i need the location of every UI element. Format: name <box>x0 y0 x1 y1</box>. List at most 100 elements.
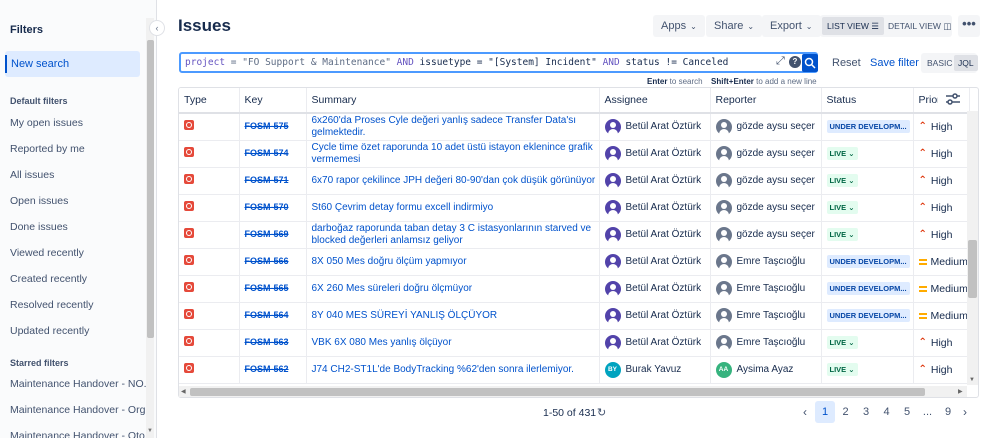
scroll-left-icon[interactable]: ◀ <box>181 388 186 395</box>
sidebar-filter-item[interactable]: My open issues <box>10 117 83 129</box>
column-header[interactable]: Summary <box>306 88 600 114</box>
assignee-cell[interactable]: BY Burak Yavuz <box>599 356 711 384</box>
reset-button[interactable]: Reset <box>832 57 861 69</box>
reporter-cell[interactable]: Emre Taşcıoğlu <box>710 329 822 357</box>
detail-view-button[interactable]: DETAIL VIEW ◫ <box>883 17 956 35</box>
issue-summary-link[interactable]: VBK 6X 080 Mes yanlış ölçüyor <box>312 337 599 349</box>
table-row[interactable]: FOSM-574 Cycle time özet raporunda 10 ade… <box>179 140 970 168</box>
sidebar-filter-item[interactable]: Viewed recently <box>10 247 84 259</box>
column-settings-button[interactable] <box>938 88 968 111</box>
sidebar-filter-item[interactable]: Done issues <box>10 221 68 233</box>
help-icon[interactable]: ? <box>789 56 801 68</box>
reporter-cell[interactable]: Emre Taşcıoğlu <box>710 248 822 276</box>
scroll-right-icon[interactable]: ▶ <box>958 388 963 395</box>
issue-summary-link[interactable]: 6X 260 Mes süreleri doğru ölçmüyor <box>312 283 599 295</box>
table-vertical-scroll-thumb[interactable] <box>968 240 977 298</box>
status-badge[interactable]: UNDER DEVELOPM... <box>826 282 910 295</box>
column-header[interactable]: Status <box>821 88 914 114</box>
sidebar-filter-item[interactable]: All issues <box>10 169 54 181</box>
issue-summary-link[interactable]: 8Y 040 MES SÜREYİ YANLIŞ ÖLÇÜYOR <box>312 310 599 322</box>
previous-page-chevron-left-icon[interactable]: ‹ <box>795 401 815 423</box>
starred-filter-item[interactable]: Maintenance Handover - Org... <box>10 404 154 416</box>
issue-summary-link[interactable]: J74 CH2-ST1L'de BodyTracking %62'den son… <box>312 364 599 376</box>
status-badge[interactable]: LIVE ⌄ <box>826 201 858 214</box>
issue-key-link[interactable]: FOSM-570 <box>245 202 289 212</box>
list-view-button[interactable]: LIST VIEW ☰ <box>822 17 884 35</box>
issue-key-link[interactable]: FOSM-565 <box>245 283 289 293</box>
table-row[interactable]: FOSM-562 J74 CH2-ST1L'de BodyTracking %62… <box>179 356 970 384</box>
assignee-cell[interactable]: Betül Arat Öztürk <box>599 275 711 303</box>
more-actions-button[interactable]: ••• <box>958 15 980 37</box>
sidebar-filter-item[interactable]: Resolved recently <box>10 299 93 311</box>
issue-summary-link[interactable]: 8X 050 Mes doğru ölçüm yapmıyor <box>312 256 599 268</box>
reporter-cell[interactable]: gözde aysu seçer <box>710 167 822 195</box>
issue-key-link[interactable]: FOSM-575 <box>245 121 289 131</box>
reporter-cell[interactable]: AA Aysima Ayaz <box>710 356 822 384</box>
sidebar-scroll-down-icon[interactable]: ▼ <box>146 428 154 434</box>
starred-filter-item[interactable]: Maintenance Handover - Oto... <box>10 430 154 438</box>
column-header[interactable]: Type <box>179 88 240 114</box>
page-button[interactable]: 4 <box>877 401 897 423</box>
issue-key-link[interactable]: FOSM-574 <box>245 148 289 158</box>
assignee-cell[interactable]: Betül Arat Öztürk <box>599 329 711 357</box>
issue-summary-link[interactable]: 6x70 rapor çekilince JPH değeri 80-90'da… <box>312 175 599 187</box>
assignee-cell[interactable]: Betül Arat Öztürk <box>599 113 711 141</box>
status-badge[interactable]: UNDER DEVELOPM... <box>826 120 910 134</box>
table-row[interactable]: FOSM-570 St60 Çevrim detay formu excell i… <box>179 194 970 222</box>
export-button[interactable]: Export ⌄ <box>762 15 821 37</box>
next-page-chevron-right-icon[interactable]: › <box>955 401 975 423</box>
page-button[interactable]: 3 <box>856 401 876 423</box>
status-badge[interactable]: UNDER DEVELOPM... <box>826 309 910 322</box>
table-row[interactable]: FOSM-564 8Y 040 MES SÜREYİ YANLIŞ ÖLÇÜYOR… <box>179 302 970 330</box>
issue-summary-link[interactable]: 6x260'da Proses Cyle değeri yanlış sadec… <box>312 115 599 139</box>
column-header[interactable]: Key <box>239 88 307 114</box>
status-badge[interactable]: LIVE ⌄ <box>826 363 858 376</box>
table-row[interactable]: FOSM-569 darboğaz raporunda taban detay 3… <box>179 221 970 249</box>
refresh-icon[interactable]: ↻ <box>597 406 606 419</box>
reporter-cell[interactable]: gözde aysu seçer <box>710 113 822 141</box>
issue-key-link[interactable]: FOSM-571 <box>245 175 289 185</box>
jql-mode-button[interactable]: JQL <box>954 55 978 71</box>
sidebar-filter-item[interactable]: Open issues <box>10 195 68 207</box>
issue-key-link[interactable]: FOSM-569 <box>245 229 289 239</box>
sidebar-filter-item[interactable]: Created recently <box>10 273 87 285</box>
collapse-sidebar-chevron-left-icon[interactable]: ‹ <box>149 20 165 36</box>
reporter-cell[interactable]: gözde aysu seçer <box>710 194 822 222</box>
jql-input[interactable]: project = "FO Support & Maintenance" AND… <box>179 52 818 73</box>
status-badge[interactable]: UNDER DEVELOPM... <box>826 255 910 268</box>
assignee-cell[interactable]: Betül Arat Öztürk <box>599 140 711 168</box>
issue-key-link[interactable]: FOSM-562 <box>245 364 289 374</box>
table-row[interactable]: FOSM-566 8X 050 Mes doğru ölçüm yapmıyor B… <box>179 248 970 276</box>
share-button[interactable]: Share ⌄ <box>706 15 763 37</box>
assignee-cell[interactable]: Betül Arat Öztürk <box>599 302 711 330</box>
new-search-item[interactable]: New search <box>5 51 140 77</box>
starred-filter-item[interactable]: Maintenance Handover - NO... <box>10 378 152 390</box>
table-horizontal-scroll-thumb[interactable] <box>190 388 925 396</box>
page-button[interactable]: 2 <box>836 401 856 423</box>
status-badge[interactable]: LIVE ⌄ <box>826 336 858 349</box>
reporter-cell[interactable]: gözde aysu seçer <box>710 221 822 249</box>
search-button[interactable] <box>802 54 818 72</box>
scroll-down-icon[interactable]: ▼ <box>969 377 975 383</box>
page-button[interactable]: 5 <box>897 401 917 423</box>
assignee-cell[interactable]: Betül Arat Öztürk <box>599 167 711 195</box>
column-header[interactable]: Assignee <box>599 88 711 114</box>
status-badge[interactable]: LIVE ⌄ <box>826 174 858 187</box>
issue-summary-link[interactable]: St60 Çevrim detay formu excell indirmiyo <box>312 202 599 214</box>
basic-mode-button[interactable]: BASIC <box>923 55 957 71</box>
status-badge[interactable]: LIVE ⌄ <box>826 228 858 241</box>
assignee-cell[interactable]: Betül Arat Öztürk <box>599 194 711 222</box>
apps-button[interactable]: Apps ⌄ <box>653 15 705 37</box>
issue-key-link[interactable]: FOSM-563 <box>245 337 289 347</box>
save-filter-button[interactable]: Save filter <box>870 57 919 69</box>
assignee-cell[interactable]: Betül Arat Öztürk <box>599 221 711 249</box>
table-row[interactable]: FOSM-575 6x260'da Proses Cyle değeri yanl… <box>179 113 970 141</box>
issue-summary-link[interactable]: Cycle time özet raporunda 10 adet üstü i… <box>312 142 599 166</box>
page-button[interactable]: 1 <box>815 401 835 423</box>
table-row[interactable]: FOSM-563 VBK 6X 080 Mes yanlış ölçüyor Bet… <box>179 329 970 357</box>
reporter-cell[interactable]: Emre Taşcıoğlu <box>710 275 822 303</box>
column-header[interactable]: Reporter <box>710 88 822 114</box>
status-badge[interactable]: LIVE ⌄ <box>826 147 858 160</box>
reporter-cell[interactable]: Emre Taşcıoğlu <box>710 302 822 330</box>
table-row[interactable]: FOSM-571 6x70 rapor çekilince JPH değeri … <box>179 167 970 195</box>
